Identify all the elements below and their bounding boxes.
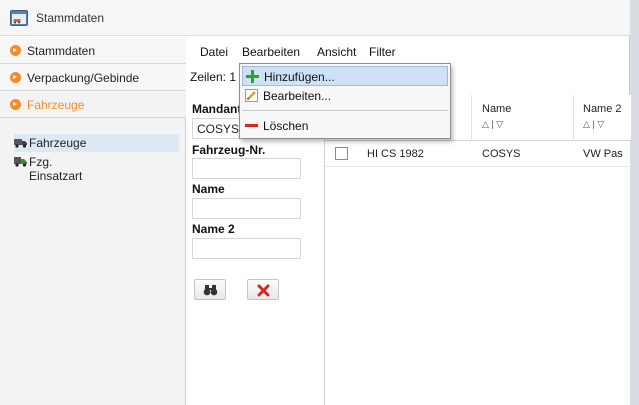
truck-icon bbox=[14, 139, 27, 148]
cell-name: COSYS bbox=[482, 148, 521, 160]
sidebar-section-stammdaten[interactable]: Stammdaten bbox=[0, 37, 186, 64]
tree-item-fahrzeuge[interactable]: Fahrzeuge bbox=[14, 134, 179, 152]
name2-label: Name 2 bbox=[192, 222, 235, 236]
name2-field[interactable] bbox=[192, 238, 301, 259]
menu-item-loeschen[interactable]: Löschen bbox=[242, 116, 448, 136]
app-window: Stammdaten Stammdaten Verpackung/Gebinde… bbox=[0, 0, 631, 405]
menu-datei[interactable]: Datei bbox=[200, 45, 228, 59]
menu-item-label: Hinzufügen... bbox=[264, 70, 335, 84]
table-row[interactable]: HI CS 1982 COSYS VW Pas bbox=[325, 141, 631, 167]
name-label: Name bbox=[192, 182, 225, 196]
row-checkbox[interactable] bbox=[335, 147, 348, 160]
menu-separator bbox=[242, 110, 448, 111]
binoculars-icon bbox=[203, 285, 218, 296]
search-button[interactable] bbox=[194, 279, 226, 300]
window-title: Stammdaten bbox=[36, 11, 105, 25]
cell-fahrzeug-nr: HI CS 1982 bbox=[367, 148, 424, 160]
title-bar: Stammdaten bbox=[0, 0, 630, 36]
row-count: Zeilen: 1 bbox=[190, 70, 237, 84]
tree-item-label: Fahrzeuge bbox=[29, 136, 87, 150]
sort-icon[interactable]: △ | ▽ bbox=[482, 119, 503, 130]
menu-bearbeiten[interactable]: Bearbeiten bbox=[242, 45, 300, 59]
fahrzeug-nr-field[interactable] bbox=[192, 158, 301, 179]
cell-name2: VW Pas bbox=[583, 148, 623, 160]
column-name[interactable]: Name bbox=[482, 103, 511, 115]
sidebar-section-label: Fahrzeuge bbox=[27, 98, 85, 112]
menu-bar: Datei Bearbeiten Ansicht Filter bbox=[187, 37, 630, 63]
sidebar-section-verpackung[interactable]: Verpackung/Gebinde bbox=[0, 64, 186, 91]
bearbeiten-dropdown: Hinzufügen... Bearbeiten... Löschen bbox=[239, 63, 451, 139]
fahrzeug-nr-label: Fahrzeug-Nr. bbox=[192, 143, 266, 157]
edit-icon bbox=[245, 89, 258, 102]
sidebar-section-label: Verpackung/Gebinde bbox=[27, 71, 140, 85]
menu-item-label: Löschen bbox=[263, 119, 309, 133]
app-icon bbox=[10, 10, 28, 26]
sidebar-section-label: Stammdaten bbox=[27, 44, 96, 58]
arrow-circle-icon bbox=[10, 72, 21, 83]
arrow-circle-icon bbox=[10, 99, 21, 110]
tree-item-label: Fzg. Einsatzart bbox=[29, 155, 83, 183]
menu-filter[interactable]: Filter bbox=[369, 45, 396, 59]
data-grid: Name △ | ▽ Name 2 △ | ▽ HI CS 1982 COSYS… bbox=[324, 95, 631, 405]
name-field[interactable] bbox=[192, 198, 301, 219]
menu-item-bearbeiten[interactable]: Bearbeiten... bbox=[242, 86, 448, 106]
column-name2[interactable]: Name 2 bbox=[583, 103, 622, 115]
menu-item-hinzufuegen[interactable]: Hinzufügen... bbox=[242, 66, 448, 86]
red-x-icon bbox=[257, 284, 270, 297]
sort-icon[interactable]: △ | ▽ bbox=[583, 119, 604, 130]
truck-type-icon bbox=[14, 157, 27, 167]
delete-icon bbox=[245, 124, 258, 127]
clear-filter-button[interactable] bbox=[247, 279, 279, 300]
mandant-label: Mandant bbox=[192, 102, 242, 116]
menu-item-label: Bearbeiten... bbox=[263, 89, 332, 103]
arrow-circle-icon bbox=[10, 45, 21, 56]
menu-ansicht[interactable]: Ansicht bbox=[317, 45, 356, 59]
sidebar-section-fahrzeuge[interactable]: Fahrzeuge bbox=[0, 91, 186, 118]
sidebar: Stammdaten Verpackung/Gebinde Fahrzeuge … bbox=[0, 37, 186, 405]
plus-icon bbox=[246, 70, 259, 83]
